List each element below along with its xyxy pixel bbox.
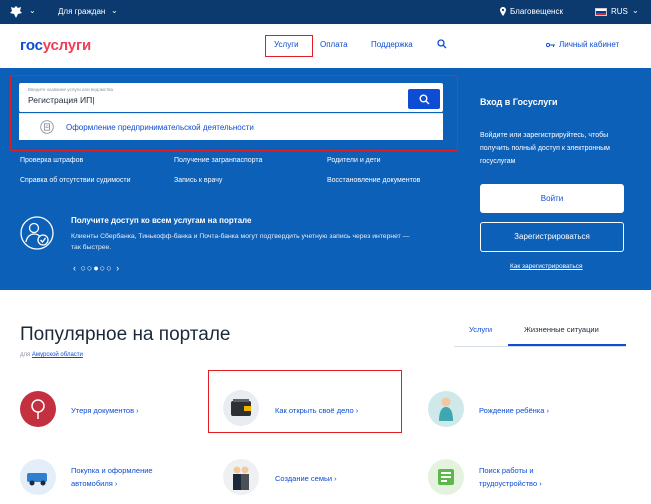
promo-pager[interactable]: ‹ ○○●○○ › <box>73 263 120 273</box>
popular-item-label[interactable]: Утеря документов › <box>71 404 139 417</box>
tab-active-indicator <box>508 344 626 346</box>
tab-life-situations[interactable]: Жизненные ситуации <box>524 325 599 334</box>
baby-icon[interactable] <box>428 391 464 427</box>
search-value[interactable]: Регистрация ИП| <box>28 95 94 105</box>
highlight-box <box>208 370 402 433</box>
popular-item-label[interactable]: Поиск работы и трудоустройство › <box>479 464 589 490</box>
chevron-down-icon[interactable]: ⌄ <box>632 6 639 15</box>
nav-support[interactable]: Поддержка <box>371 40 413 49</box>
user-check-icon <box>20 216 54 250</box>
search-input[interactable]: Введите название услуги или ведомства Ре… <box>19 83 443 112</box>
login-title: Вход в Госуслуги <box>480 97 558 107</box>
tab-services[interactable]: Услуги <box>469 325 492 334</box>
site-header: госуслуги Услуги Оплата Поддержка Личный… <box>0 24 651 68</box>
popular-subtitle: для Амурской области <box>20 352 83 358</box>
quick-link[interactable]: Родители и дети <box>327 157 381 164</box>
popular-title: Популярное на портале <box>20 324 231 345</box>
lost-documents-icon[interactable] <box>20 391 56 427</box>
quick-link[interactable]: Получение загранпаспорта <box>174 157 262 164</box>
region-link[interactable]: Амурской области <box>32 352 83 358</box>
job-search-icon[interactable] <box>428 459 464 495</box>
logo[interactable]: госуслуги <box>20 37 91 54</box>
flag-icon <box>595 8 607 16</box>
personal-cabinet-link[interactable]: Личный кабинет <box>559 40 619 49</box>
how-register-link[interactable]: Как зарегистрироваться <box>510 263 583 270</box>
location-selector[interactable]: Благовещенск <box>510 7 563 16</box>
car-icon[interactable] <box>20 459 56 495</box>
nav-payment[interactable]: Оплата <box>320 40 348 49</box>
popular-item-label[interactable]: Рождение ребёнка › <box>479 404 549 417</box>
search-button[interactable] <box>408 89 440 109</box>
tabs-divider <box>454 346 626 347</box>
search-icon <box>419 94 430 105</box>
family-icon[interactable] <box>223 459 259 495</box>
popular-item-label[interactable]: Покупка и оформление автомобиля › <box>71 464 181 490</box>
chevron-down-icon[interactable]: ⌄ <box>111 6 118 15</box>
search-placeholder: Введите название услуги или ведомства <box>28 87 113 92</box>
login-button[interactable]: Войти <box>480 184 624 213</box>
chevron-down-icon[interactable]: ⌄ <box>29 6 36 15</box>
register-button[interactable]: Зарегистрироваться <box>480 222 624 252</box>
search-icon[interactable] <box>437 39 447 49</box>
login-text: Войдите или зарегистрируйтесь, чтобы пол… <box>480 132 610 165</box>
promo-text: Клиенты Сбербанка, Тинькофф-банка и Почт… <box>71 233 410 251</box>
document-icon <box>40 120 54 134</box>
quick-link[interactable]: Восстановление документов <box>327 177 420 184</box>
popular-item-label[interactable]: Создание семьи › <box>275 472 337 485</box>
quick-link[interactable]: Проверка штрафов <box>20 157 83 164</box>
suggestion-label: Оформление предпринимательской деятельно… <box>66 123 254 132</box>
audience-selector[interactable]: Для граждан <box>58 7 105 16</box>
emblem-icon[interactable] <box>9 5 23 19</box>
top-bar: ⌄ Для граждан ⌄ Благовещенск RUS ⌄ <box>0 0 651 24</box>
key-icon <box>546 42 555 48</box>
promo-title: Получите доступ ко всем услугам на порта… <box>71 216 252 225</box>
services-highlight-box <box>265 35 313 57</box>
quick-link[interactable]: Запись к врачу <box>174 177 222 184</box>
location-icon <box>500 7 506 16</box>
language-selector[interactable]: RUS <box>611 7 628 16</box>
quick-link[interactable]: Справка об отсутствии судимости <box>20 177 131 184</box>
search-suggestion[interactable]: Оформление предпринимательской деятельно… <box>19 113 443 140</box>
